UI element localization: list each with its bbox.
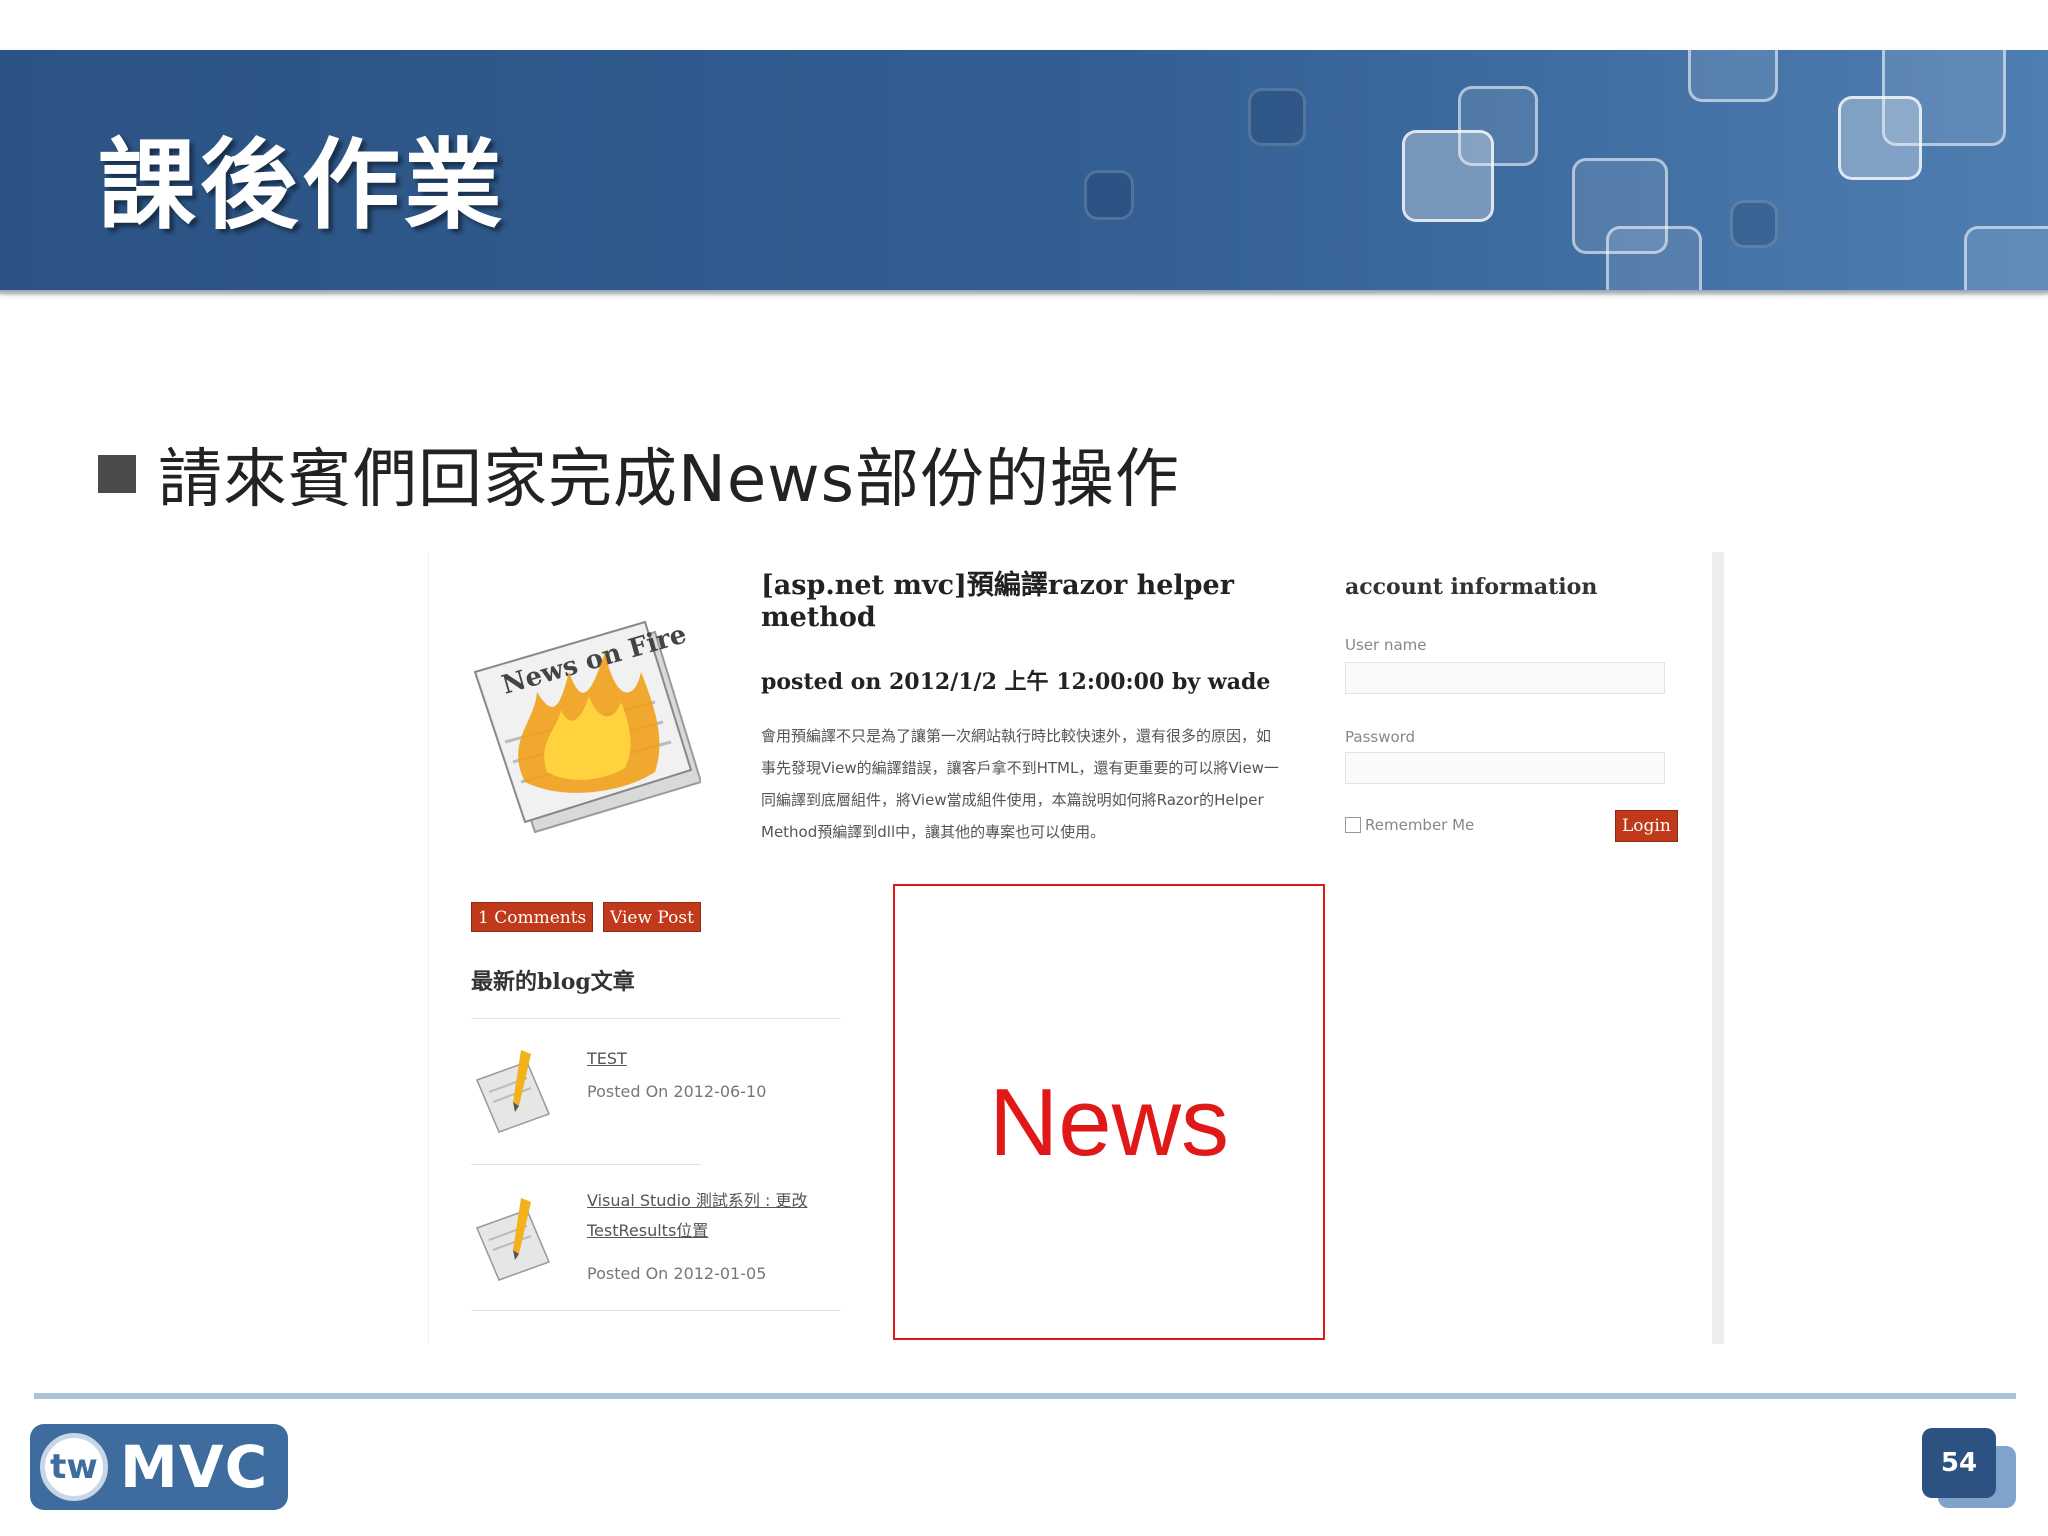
view-post-button[interactable]: View Post [603, 902, 701, 932]
username-label: User name [1345, 636, 1427, 654]
password-input[interactable] [1345, 752, 1665, 784]
list-item-date: Posted On 2012-06-10 [587, 1082, 767, 1101]
divider [471, 1310, 841, 1311]
comments-button[interactable]: 1 Comments [471, 902, 594, 932]
divider [471, 1018, 841, 1019]
decor-square [1248, 88, 1306, 146]
bullet-text: 請來賓們回家完成News部份的操作 [158, 443, 1180, 517]
remember-me-label: Remember Me [1365, 816, 1475, 834]
website-screenshot: News on Fire [asp.net mvc]預編譯razor helpe… [428, 552, 1724, 1344]
login-button[interactable]: Login [1615, 810, 1678, 842]
bullet-item: 請來賓們回家完成News部份的操作 [98, 428, 1180, 520]
decor-square [1606, 226, 1702, 290]
list-item-date: Posted On 2012-01-05 [587, 1264, 767, 1283]
slide-header: 課後作業 [0, 50, 2048, 290]
remember-me[interactable]: Remember Me [1345, 816, 1474, 834]
divider [471, 1164, 701, 1165]
page-number: 54 [1922, 1428, 1996, 1498]
list-item-title[interactable]: Visual Studio 測試系列 : 更改TestResults位置 [587, 1186, 847, 1246]
list-item[interactable]: TEST Posted On 2012-06-10 [471, 1044, 851, 1154]
account-heading: account information [1345, 574, 1598, 600]
twmvc-logo: tw MVC [30, 1424, 288, 1510]
remember-me-checkbox[interactable] [1345, 817, 1361, 833]
decor-square [1402, 130, 1494, 222]
bullet-square-icon [98, 455, 136, 493]
decor-square [1964, 226, 2048, 290]
header-shadow [0, 290, 2048, 296]
post-meta: posted on 2012/1/2 上午 12:00:00 by wade [761, 669, 1271, 695]
blog-post-thumbnail-icon [476, 1198, 550, 1281]
news-placeholder-box: News [893, 884, 1325, 1340]
password-label: Password [1345, 728, 1416, 746]
newspaper-fire-icon: News on Fire [473, 619, 701, 834]
footer-divider [34, 1393, 2016, 1399]
logo-mark: tw [40, 1433, 108, 1501]
decor-square [1688, 50, 1778, 102]
post-excerpt: 會用預編譯不只是為了讓第一次網站執行時比較快速外，還有很多的原因，如事先發現Vi… [761, 727, 1279, 841]
username-input[interactable] [1345, 662, 1665, 694]
decor-square [1084, 170, 1134, 220]
blog-post-thumbnail-icon [476, 1050, 550, 1133]
latest-posts-heading: 最新的blog文章 [471, 969, 635, 995]
post-title[interactable]: [asp.net mvc]預編譯razor helper method [761, 570, 1281, 634]
list-item-title[interactable]: TEST [587, 1044, 847, 1074]
list-item[interactable]: Visual Studio 測試系列 : 更改TestResults位置 Pos… [471, 1186, 851, 1316]
slide-title: 課後作業 [98, 129, 507, 243]
news-placeholder-text: News [988, 1069, 1230, 1176]
decor-square [1882, 50, 2006, 146]
logo-text: MVC [120, 1433, 269, 1501]
decor-square [1730, 200, 1778, 248]
